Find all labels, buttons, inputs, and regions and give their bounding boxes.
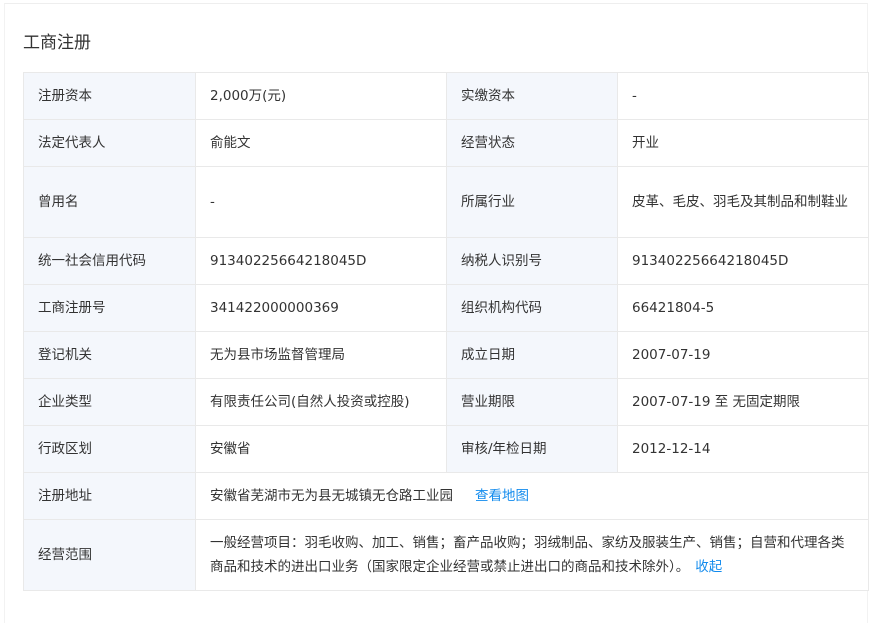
value-registered-address-cell: 安徽省芜湖市无为县无城镇无仓路工业园 查看地图 — [195, 472, 869, 520]
label-credit-code: 统一社会信用代码 — [23, 237, 196, 285]
value-taxpayer-id: 91340225664218045D — [617, 237, 869, 285]
value-registered-capital: 2,000万(元) — [195, 72, 447, 120]
value-business-scope-cell: 一般经营项目：羽毛收购、加工、销售；畜产品收购；羽绒制品、家纺及服装生产、销售；… — [195, 519, 869, 591]
label-paid-in-capital: 实缴资本 — [446, 72, 618, 120]
view-map-link[interactable]: 查看地图 — [475, 488, 529, 504]
value-business-term: 2007-07-19 至 无固定期限 — [617, 378, 869, 426]
label-registered-address: 注册地址 — [23, 472, 196, 520]
label-taxpayer-id: 纳税人识别号 — [446, 237, 618, 285]
table-row: 统一社会信用代码 91340225664218045D 纳税人识别号 91340… — [23, 237, 869, 285]
value-audit-date: 2012-12-14 — [617, 425, 869, 473]
value-registered-address: 安徽省芜湖市无为县无城镇无仓路工业园 — [210, 488, 453, 504]
table-row: 法定代表人 俞能文 经营状态 开业 — [23, 119, 869, 167]
label-registered-capital: 注册资本 — [23, 72, 196, 120]
value-registration-number: 341422000000369 — [195, 284, 447, 332]
label-organization-code: 组织机构代码 — [446, 284, 618, 332]
label-business-term: 营业期限 — [446, 378, 618, 426]
label-company-type: 企业类型 — [23, 378, 196, 426]
label-operating-status: 经营状态 — [446, 119, 618, 167]
label-registration-number: 工商注册号 — [23, 284, 196, 332]
value-operating-status: 开业 — [617, 119, 869, 167]
label-business-scope: 经营范围 — [23, 519, 196, 591]
value-registration-authority: 无为县市场监督管理局 — [195, 331, 447, 379]
table-row: 行政区划 安徽省 审核/年检日期 2012-12-14 — [23, 425, 869, 473]
value-industry: 皮革、毛皮、羽毛及其制品和制鞋业 — [617, 166, 869, 238]
collapse-link[interactable]: 收起 — [695, 559, 722, 575]
table-row: 企业类型 有限责任公司(自然人投资或控股) 营业期限 2007-07-19 至 … — [23, 378, 869, 426]
value-legal-representative: 俞能文 — [195, 119, 447, 167]
value-organization-code: 66421804-5 — [617, 284, 869, 332]
value-administrative-region: 安徽省 — [195, 425, 447, 473]
table-row: 经营范围 一般经营项目：羽毛收购、加工、销售；畜产品收购；羽绒制品、家纺及服装生… — [23, 519, 869, 591]
table-row: 注册资本 2,000万(元) 实缴资本 - — [23, 72, 869, 120]
business-registration-table: 注册资本 2,000万(元) 实缴资本 - 法定代表人 俞能文 经营状态 开业 … — [23, 72, 869, 591]
section-title: 工商注册 — [23, 33, 91, 53]
label-audit-date: 审核/年检日期 — [446, 425, 618, 473]
label-former-name: 曾用名 — [23, 166, 196, 238]
label-administrative-region: 行政区划 — [23, 425, 196, 473]
label-legal-representative: 法定代表人 — [23, 119, 196, 167]
table-row: 曾用名 - 所属行业 皮革、毛皮、羽毛及其制品和制鞋业 — [23, 166, 869, 238]
value-company-type: 有限责任公司(自然人投资或控股) — [195, 378, 447, 426]
label-registration-authority: 登记机关 — [23, 331, 196, 379]
value-establishment-date: 2007-07-19 — [617, 331, 869, 379]
value-former-name: - — [195, 166, 447, 238]
label-establishment-date: 成立日期 — [446, 331, 618, 379]
value-business-scope: 一般经营项目：羽毛收购、加工、销售；畜产品收购；羽绒制品、家纺及服装生产、销售；… — [210, 535, 845, 575]
table-row: 工商注册号 341422000000369 组织机构代码 66421804-5 — [23, 284, 869, 332]
value-credit-code: 91340225664218045D — [195, 237, 447, 285]
table-row: 登记机关 无为县市场监督管理局 成立日期 2007-07-19 — [23, 331, 869, 379]
value-paid-in-capital: - — [617, 72, 869, 120]
label-industry: 所属行业 — [446, 166, 618, 238]
table-row: 注册地址 安徽省芜湖市无为县无城镇无仓路工业园 查看地图 — [23, 472, 869, 520]
